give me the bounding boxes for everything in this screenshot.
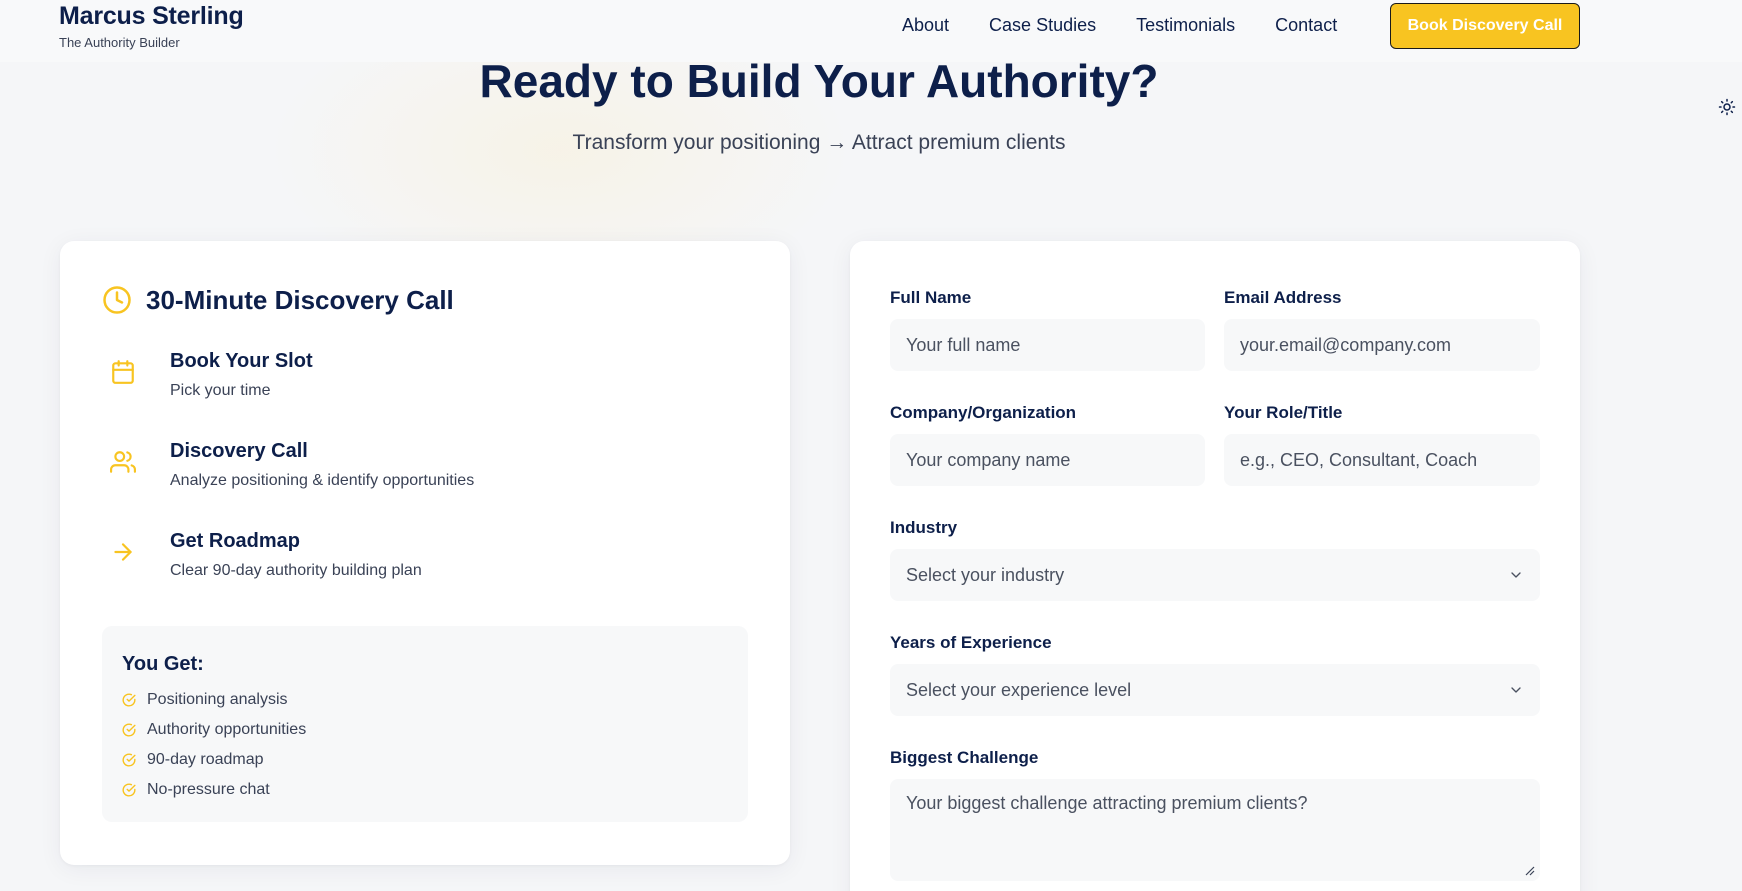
- brand-name[interactable]: Marcus Sterling: [59, 2, 244, 30]
- challenge-textarea[interactable]: [890, 779, 1540, 881]
- role-input[interactable]: [1224, 434, 1540, 486]
- book-discovery-call-button[interactable]: Book Discovery Call: [1390, 3, 1580, 49]
- experience-select[interactable]: Select your experience level: [890, 664, 1540, 716]
- full-name-input[interactable]: [890, 319, 1205, 371]
- step-description: Clear 90-day authority building plan: [170, 562, 422, 579]
- benefit-label: Positioning analysis: [147, 691, 288, 708]
- step-title: Discovery Call: [170, 440, 308, 462]
- booking-form: Full Name Email Address Company/Organiza…: [850, 241, 1580, 891]
- benefit-label: No-pressure chat: [147, 781, 270, 798]
- nav-contact[interactable]: Contact: [1275, 15, 1337, 36]
- arrow-right-icon: [114, 543, 132, 561]
- nav-case-studies[interactable]: Case Studies: [989, 15, 1096, 36]
- check-circle-icon: [122, 753, 136, 767]
- email-input[interactable]: [1224, 319, 1540, 371]
- brand-tagline: The Authority Builder: [59, 35, 180, 50]
- resize-handle-icon[interactable]: [1523, 864, 1535, 876]
- clock-icon: [103, 286, 131, 314]
- industry-select-value: Select your industry: [906, 564, 1065, 585]
- check-circle-icon: [122, 723, 136, 737]
- experience-select-value: Select your experience level: [906, 679, 1132, 700]
- role-label: Your Role/Title: [1224, 403, 1343, 422]
- industry-label: Industry: [890, 518, 958, 537]
- step-title: Get Roadmap: [170, 530, 301, 552]
- brand[interactable]: Marcus Sterling The Authority Builder: [59, 2, 244, 50]
- nav-about[interactable]: About: [902, 15, 949, 36]
- benefit-item: No-pressure chat: [122, 780, 270, 800]
- page-subtitle: Transform your positioning → Attract pre…: [572, 131, 1066, 154]
- benefit-item: 90-day roadmap: [122, 750, 264, 770]
- discovery-call-card: 30-Minute Discovery Call Book Your Slot …: [60, 241, 790, 865]
- full-name-label: Full Name: [890, 288, 972, 307]
- experience-label: Years of Experience: [890, 633, 1052, 652]
- benefit-item: Authority opportunities: [122, 720, 306, 740]
- chevron-down-icon: [1511, 572, 1521, 578]
- chevron-down-icon: [1511, 687, 1521, 693]
- users-icon: [110, 451, 136, 473]
- company-input[interactable]: [890, 434, 1205, 486]
- check-circle-icon: [122, 783, 136, 797]
- main-nav: About Case Studies Testimonials Contact: [902, 14, 1337, 36]
- check-circle-icon: [122, 693, 136, 707]
- page-title: Ready to Build Your Authority?: [479, 55, 1159, 107]
- company-label: Company/Organization: [890, 403, 1077, 422]
- challenge-label: Biggest Challenge: [890, 748, 1039, 767]
- benefits-title: You Get:: [122, 653, 204, 675]
- benefit-item: Positioning analysis: [122, 690, 288, 710]
- email-label: Email Address: [1224, 288, 1342, 307]
- calendar-icon: [112, 360, 134, 384]
- step-title: Book Your Slot: [170, 350, 313, 372]
- step-description: Pick your time: [170, 382, 271, 399]
- industry-select[interactable]: Select your industry: [890, 549, 1540, 601]
- benefit-label: Authority opportunities: [147, 721, 307, 738]
- sun-icon[interactable]: [1718, 98, 1736, 116]
- step-description: Analyze positioning & identify opportuni…: [170, 472, 475, 489]
- benefit-label: 90-day roadmap: [147, 751, 264, 768]
- discovery-call-title: 30-Minute Discovery Call: [146, 285, 454, 315]
- benefits-box: You Get: Positioning analysis Authority …: [102, 626, 748, 822]
- nav-testimonials[interactable]: Testimonials: [1136, 15, 1235, 36]
